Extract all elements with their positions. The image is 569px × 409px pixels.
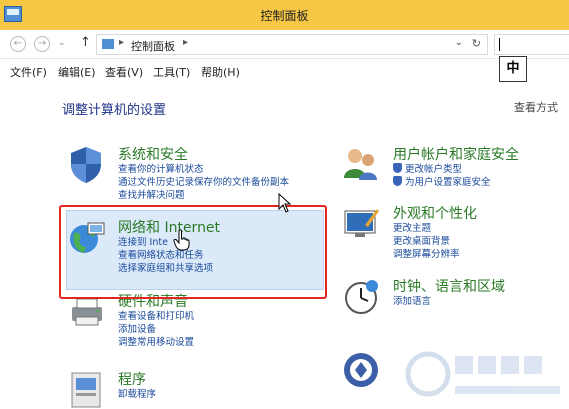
menu-bar: 文件(F) 编辑(E) 查看(V) 工具(T) 帮助(H) (0, 59, 569, 81)
link-add-device[interactable]: 添加设备 (118, 323, 194, 336)
back-arrow-icon[interactable]: ← (10, 36, 26, 52)
appearance-icon (344, 209, 379, 237)
shield-icon (71, 147, 101, 183)
users-icon (344, 149, 377, 180)
control-panel-icon (102, 39, 114, 49)
watermark-logo (405, 351, 560, 397)
menu-help[interactable]: 帮助(H) (201, 64, 240, 80)
ime-indicator: 中 (499, 56, 527, 82)
breadcrumb-control-panel[interactable]: 控制面板 (131, 38, 175, 54)
menu-edit[interactable]: 编辑(E) (58, 64, 96, 80)
highlight-frame (59, 205, 327, 299)
menu-view[interactable]: 查看(V) (105, 64, 143, 80)
page-heading: 调整计算机的设置 (62, 103, 167, 118)
link-troubleshoot[interactable]: 查找并解决问题 (118, 189, 289, 202)
category-title[interactable]: 系统和安全 (118, 144, 188, 164)
address-field[interactable]: ▸ 控制面板 ▸ ⌄ ↻ (96, 34, 488, 55)
recent-locations-icon[interactable]: ⌄ (58, 38, 66, 48)
hand-cursor-icon (173, 229, 190, 251)
arrow-cursor-icon (278, 193, 292, 213)
address-bar: ← → ⌄ ↑ ▸ 控制面板 ▸ ⌄ ↻ (0, 30, 569, 59)
link-uninstall-program[interactable]: 卸载程序 (118, 388, 156, 401)
ease-of-access-icon[interactable] (341, 350, 381, 390)
category-title[interactable]: 时钟、语言和区域 (393, 276, 505, 296)
menu-tools[interactable]: 工具(T) (153, 64, 190, 80)
category-title[interactable]: 外观和个性化 (393, 203, 477, 223)
link-mobility-settings[interactable]: 调整常用移动设置 (118, 336, 194, 349)
link-add-language[interactable]: 添加语言 (393, 295, 431, 308)
uac-shield-icon (393, 176, 402, 186)
link-view-status[interactable]: 查看你的计算机状态 (118, 163, 289, 176)
clock-globe-icon (345, 280, 378, 314)
link-change-theme[interactable]: 更改主题 (393, 222, 460, 235)
link-family-safety[interactable]: 为用户设置家庭安全 (393, 176, 491, 189)
link-label: 为用户设置家庭安全 (405, 177, 491, 188)
forward-arrow-icon[interactable]: → (34, 36, 50, 52)
menu-file[interactable]: 文件(F) (10, 64, 47, 80)
uac-shield-icon (393, 163, 402, 173)
link-devices-printers[interactable]: 查看设备和打印机 (118, 310, 194, 323)
category-title[interactable]: 程序 (118, 369, 146, 389)
refresh-icon[interactable]: ↻ (472, 37, 481, 50)
view-by-label[interactable]: 查看方式 (514, 99, 558, 115)
chevron-down-icon[interactable]: ⌄ (455, 37, 463, 48)
category-title[interactable]: 用户帐户和家庭安全 (393, 144, 519, 164)
text-caret (499, 38, 500, 51)
link-screen-resolution[interactable]: 调整屏幕分辨率 (393, 248, 460, 261)
link-desktop-background[interactable]: 更改桌面背景 (393, 235, 460, 248)
breadcrumb-chevron-icon[interactable]: ▸ (119, 37, 124, 48)
link-label: 更改帐户类型 (405, 164, 463, 175)
search-input[interactable] (494, 34, 569, 55)
title-bar: 控制面板 (0, 0, 569, 30)
window-title: 控制面板 (260, 9, 309, 23)
link-file-history[interactable]: 通过文件历史记录保存你的文件备份副本 (118, 176, 289, 189)
programs-icon (71, 372, 101, 408)
breadcrumb-chevron-icon[interactable]: ▸ (183, 37, 188, 48)
up-arrow-icon[interactable]: ↑ (80, 35, 91, 50)
link-change-account-type[interactable]: 更改帐户类型 (393, 163, 491, 176)
